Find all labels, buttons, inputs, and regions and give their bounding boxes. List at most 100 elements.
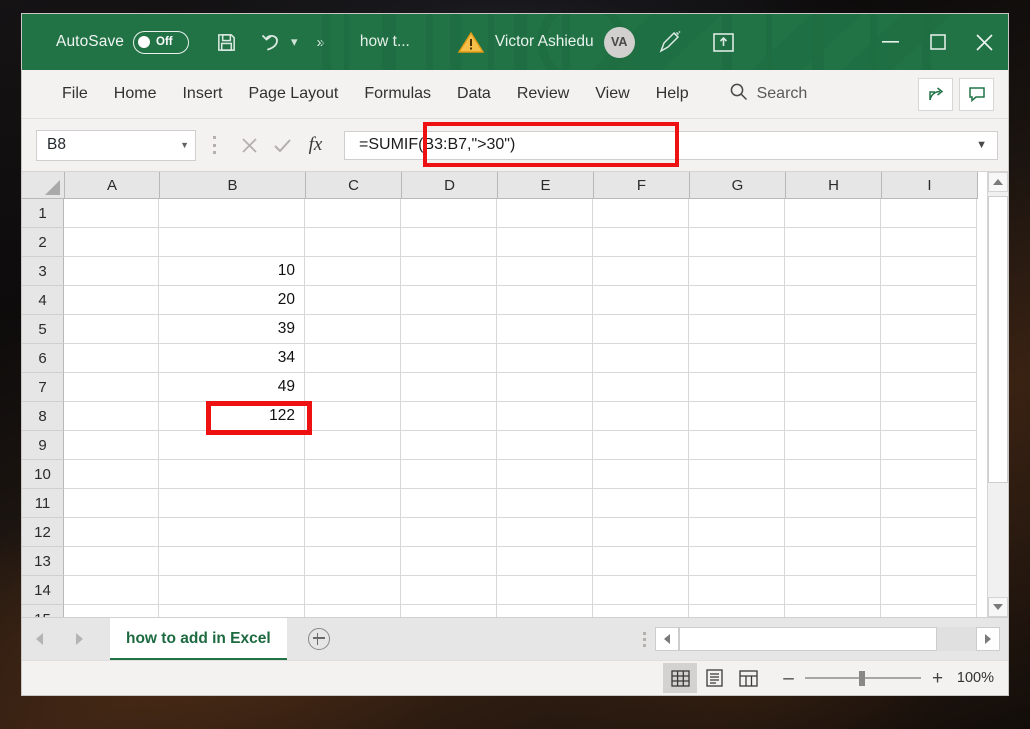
row-header-1[interactable]: 1 — [22, 199, 64, 228]
cell-e12[interactable] — [497, 518, 593, 547]
row-header-12[interactable]: 12 — [22, 518, 64, 547]
column-header-e[interactable]: E — [498, 172, 594, 199]
cell-i14[interactable] — [881, 576, 977, 605]
column-header-b[interactable]: B — [160, 172, 306, 199]
cell-f12[interactable] — [593, 518, 689, 547]
cell-g13[interactable] — [689, 547, 785, 576]
vertical-scroll-track[interactable] — [988, 192, 1008, 597]
zoom-in-button[interactable]: + — [930, 669, 945, 688]
column-header-a[interactable]: A — [65, 172, 160, 199]
cell-g8[interactable] — [689, 402, 785, 431]
cell-e5[interactable] — [497, 315, 593, 344]
document-title[interactable]: how t... — [360, 33, 410, 51]
cell-g5[interactable] — [689, 315, 785, 344]
cell-c5[interactable] — [305, 315, 401, 344]
cell-b9[interactable] — [159, 431, 305, 460]
cell-h7[interactable] — [785, 373, 881, 402]
cell-b14[interactable] — [159, 576, 305, 605]
cell-f13[interactable] — [593, 547, 689, 576]
cell-d11[interactable] — [401, 489, 497, 518]
row-header-11[interactable]: 11 — [22, 489, 64, 518]
cell-d6[interactable] — [401, 344, 497, 373]
cell-h11[interactable] — [785, 489, 881, 518]
column-header-f[interactable]: F — [594, 172, 690, 199]
close-icon[interactable] — [961, 14, 1008, 70]
undo-chevron-down-icon[interactable]: ▾ — [291, 34, 298, 50]
enter-check-icon[interactable] — [266, 130, 299, 160]
cell-e15[interactable] — [497, 605, 593, 617]
cell-h15[interactable] — [785, 605, 881, 617]
scroll-down-triangle-down-icon[interactable] — [988, 597, 1008, 617]
cell-d3[interactable] — [401, 257, 497, 286]
row-header-15[interactable]: 15 — [22, 605, 64, 617]
zoom-out-button[interactable]: – — [781, 669, 796, 688]
cell-i8[interactable] — [881, 402, 977, 431]
tab-file[interactable]: File — [49, 70, 101, 118]
cell-h3[interactable] — [785, 257, 881, 286]
cell-b4[interactable]: 20 — [159, 286, 305, 315]
tab-review[interactable]: Review — [504, 70, 582, 118]
cell-i4[interactable] — [881, 286, 977, 315]
cell-d8[interactable] — [401, 402, 497, 431]
zoom-level-label[interactable]: 100% — [954, 670, 994, 686]
cell-b3[interactable]: 10 — [159, 257, 305, 286]
cell-b8[interactable]: 122 — [159, 402, 305, 431]
zoom-slider[interactable] — [805, 670, 921, 686]
cell-a1[interactable] — [64, 199, 159, 228]
cell-i3[interactable] — [881, 257, 977, 286]
cell-e10[interactable] — [497, 460, 593, 489]
cell-e7[interactable] — [497, 373, 593, 402]
row-header-5[interactable]: 5 — [22, 315, 64, 344]
cell-e8[interactable] — [497, 402, 593, 431]
cell-a3[interactable] — [64, 257, 159, 286]
tab-formulas[interactable]: Formulas — [351, 70, 444, 118]
cell-g6[interactable] — [689, 344, 785, 373]
cell-i13[interactable] — [881, 547, 977, 576]
cell-a14[interactable] — [64, 576, 159, 605]
cell-d1[interactable] — [401, 199, 497, 228]
cell-b7[interactable]: 49 — [159, 373, 305, 402]
cell-e1[interactable] — [497, 199, 593, 228]
horizontal-scrollbar[interactable] — [655, 618, 1008, 660]
tab-home[interactable]: Home — [101, 70, 170, 118]
cell-h1[interactable] — [785, 199, 881, 228]
cell-h8[interactable] — [785, 402, 881, 431]
cell-e4[interactable] — [497, 286, 593, 315]
tab-view[interactable]: View — [582, 70, 642, 118]
cell-a10[interactable] — [64, 460, 159, 489]
horizontal-grip-dots-icon[interactable] — [633, 618, 655, 660]
cell-f10[interactable] — [593, 460, 689, 489]
cell-h14[interactable] — [785, 576, 881, 605]
share-icon[interactable] — [918, 77, 953, 111]
cell-g3[interactable] — [689, 257, 785, 286]
cell-c6[interactable] — [305, 344, 401, 373]
avatar[interactable]: VA — [603, 26, 635, 58]
cell-f3[interactable] — [593, 257, 689, 286]
cell-f8[interactable] — [593, 402, 689, 431]
cell-c9[interactable] — [305, 431, 401, 460]
cell-i2[interactable] — [881, 228, 977, 257]
cell-i1[interactable] — [881, 199, 977, 228]
scroll-up-triangle-up-icon[interactable] — [988, 172, 1008, 192]
cell-h6[interactable] — [785, 344, 881, 373]
cell-i12[interactable] — [881, 518, 977, 547]
zoom-slider-thumb[interactable] — [859, 670, 865, 686]
horizontal-scroll-track[interactable] — [679, 627, 976, 651]
cell-a2[interactable] — [64, 228, 159, 257]
cell-c11[interactable] — [305, 489, 401, 518]
user-name-label[interactable]: Victor Ashiedu — [495, 33, 594, 51]
cell-h10[interactable] — [785, 460, 881, 489]
horizontal-scroll-thumb[interactable] — [679, 627, 937, 651]
formula-input[interactable]: =SUMIF(B3:B7,">30") ▼ — [344, 130, 998, 160]
hscroll-right-triangle-right-icon[interactable] — [976, 627, 1000, 651]
cell-g11[interactable] — [689, 489, 785, 518]
cell-c15[interactable] — [305, 605, 401, 617]
cell-d15[interactable] — [401, 605, 497, 617]
warning-triangle-icon[interactable] — [457, 31, 484, 54]
cell-b6[interactable]: 34 — [159, 344, 305, 373]
sheet-next-triangle-right-icon[interactable] — [76, 633, 83, 645]
cell-d2[interactable] — [401, 228, 497, 257]
row-header-10[interactable]: 10 — [22, 460, 64, 489]
maximize-icon[interactable] — [914, 14, 961, 70]
cell-b13[interactable] — [159, 547, 305, 576]
